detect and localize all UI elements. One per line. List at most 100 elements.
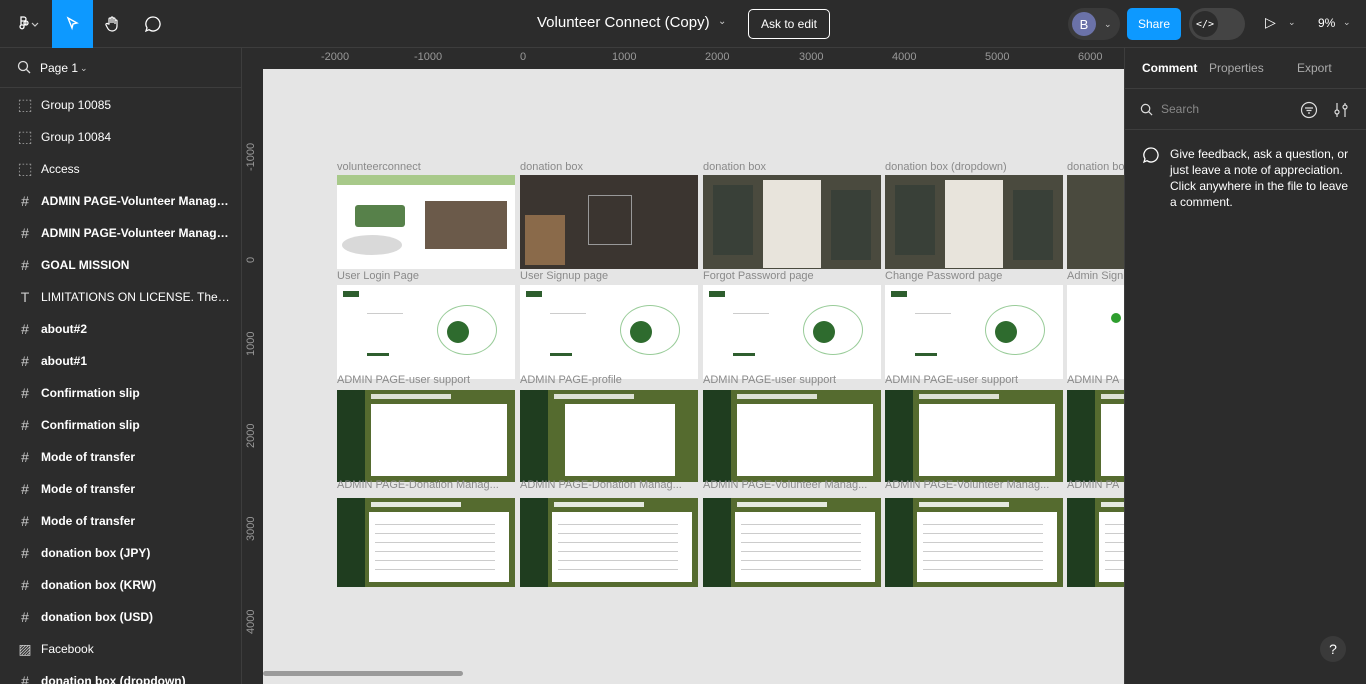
dev-mode-toggle[interactable]: </> [1189,8,1245,40]
layer-row[interactable]: ⬚ Group 10085 [0,89,241,121]
layer-row[interactable]: # donation box (dropdown) [0,665,241,684]
tab-export[interactable]: Export [1297,61,1332,75]
frame-label[interactable]: ADMIN PAGE-Volunteer Manag... [703,479,867,491]
frame-thumbnail[interactable] [703,285,881,379]
chevron-down-icon[interactable]: ⌄ [718,16,726,27]
layer-row[interactable]: # ADMIN PAGE-Volunteer Manage... [0,217,241,249]
layer-row[interactable]: # donation box (USD) [0,601,241,633]
frame-thumbnail[interactable] [1067,175,1124,269]
search-input[interactable]: Search [1161,102,1199,116]
layer-row[interactable]: # Confirmation slip [0,409,241,441]
vertical-ruler: -1000 0 1000 2000 3000 4000 [242,69,263,684]
frame-thumbnail[interactable] [703,390,881,482]
frame-label[interactable]: ADMIN PAGE-Volunteer Manag... [885,479,1049,491]
frame-label[interactable]: Admin Sign [1067,270,1123,282]
design-canvas[interactable]: -2000 -1000 0 1000 2000 3000 4000 5000 6000 -100… [242,48,1124,684]
frame-thumbnail[interactable] [885,390,1063,482]
comment-tool-button[interactable] [134,0,172,48]
frame-thumbnail[interactable] [885,175,1063,269]
layer-row[interactable]: # ADMIN PAGE-Volunteer Manage... [0,185,241,217]
zoom-level[interactable]: 9% [1318,16,1335,30]
present-play-icon[interactable]: ▷ [1265,14,1276,31]
layer-row[interactable]: # donation box (JPY) [0,537,241,569]
comment-search[interactable]: Search [1125,88,1366,130]
frame-label[interactable]: ADMIN PAGE-Donation Manag... [337,479,499,491]
frame-label[interactable]: ADMIN PAGE-user support [885,374,1018,386]
frame-thumbnail[interactable] [703,498,881,587]
ruler-tick-x: -2000 [321,51,350,63]
frame-thumbnail[interactable] [885,285,1063,379]
filter-icon[interactable] [1300,101,1318,119]
frame-thumbnail[interactable] [520,175,698,269]
hand-icon [105,16,118,32]
page-selector[interactable]: Page 1 ⌄ [0,48,241,88]
tab-properties[interactable]: Properties [1209,61,1264,75]
layer-row[interactable]: # donation box (KRW) [0,569,241,601]
settings-sliders-icon[interactable] [1333,101,1349,119]
frame-thumbnail[interactable] [1067,285,1124,379]
frame-icon: # [21,449,29,465]
frame-thumbnail[interactable] [520,390,698,482]
layer-row[interactable]: # Confirmation slip [0,377,241,409]
page-name[interactable]: Page 1 [40,61,78,75]
frame-label[interactable]: User Signup page [520,270,608,282]
frame-label[interactable]: Change Password page [885,270,1002,282]
layer-label: Mode of transfer [41,450,136,464]
chevron-down-icon[interactable]: ⌄ [80,63,88,74]
layer-row[interactable]: # Mode of transfer [0,473,241,505]
frame-thumbnail[interactable] [1067,390,1124,482]
hand-tool-button[interactable] [94,0,132,48]
layer-label: donation box (KRW) [41,578,157,592]
ruler-tick-y: 1000 [245,331,257,356]
layer-label: Access [41,162,80,176]
layer-row[interactable]: T LIMITATIONS ON LICENSE. The li... [0,281,241,313]
search-icon[interactable] [17,60,31,74]
layer-row[interactable]: ⬚ Access [0,153,241,185]
frame-label[interactable]: donation box (dropdown) [885,161,1007,173]
frame-thumbnail[interactable] [337,285,515,379]
frame-thumbnail[interactable] [337,175,515,269]
frame-thumbnail[interactable] [1067,498,1124,587]
share-button[interactable]: Share [1127,8,1181,40]
frame-thumbnail[interactable] [703,175,881,269]
layer-label: ADMIN PAGE-Volunteer Manage... [41,194,231,208]
frame-label[interactable]: ADMIN PAGE-Donation Manag... [520,479,682,491]
frame-thumbnail[interactable] [337,390,515,482]
chevron-down-icon[interactable]: ⌄ [1288,17,1296,28]
tab-comment[interactable]: Comment [1142,61,1197,75]
frame-label[interactable]: ADMIN PA [1067,479,1119,491]
layer-label: about#1 [41,354,88,368]
help-button[interactable]: ? [1320,636,1346,662]
frame-label[interactable]: ADMIN PAGE-user support [337,374,470,386]
layer-row[interactable]: # about#2 [0,313,241,345]
frame-label[interactable]: donation box [703,161,766,173]
layer-row[interactable]: # Mode of transfer [0,505,241,537]
main-menu-button[interactable] [8,0,48,48]
frame-thumbnail[interactable] [520,285,698,379]
frame-label[interactable]: ADMIN PA [1067,374,1119,386]
frame-thumbnail[interactable] [885,498,1063,587]
frame-label[interactable]: User Login Page [337,270,419,282]
frame-icon: # [21,481,29,497]
frame-label[interactable]: Forgot Password page [703,270,814,282]
ask-to-edit-button[interactable]: Ask to edit [748,9,830,39]
file-title[interactable]: Volunteer Connect (Copy) [537,14,710,31]
ruler-tick-y: 0 [245,256,257,263]
user-avatar-menu[interactable]: B ⌄ [1068,8,1120,40]
frame-label[interactable]: donation box [520,161,583,173]
layer-row[interactable]: ⬚ Group 10084 [0,121,241,153]
frame-thumbnail[interactable] [520,498,698,587]
frame-label[interactable]: volunteerconnect [337,161,421,173]
move-tool-button[interactable] [52,0,93,48]
frame-label[interactable]: donation bo [1067,161,1124,173]
layer-row[interactable]: # about#1 [0,345,241,377]
frame-label[interactable]: ADMIN PAGE-profile [520,374,622,386]
frame-thumbnail[interactable] [337,498,515,587]
frame-label[interactable]: ADMIN PAGE-user support [703,374,836,386]
ruler-tick-x: 1000 [612,51,637,63]
layer-row[interactable]: # Mode of transfer [0,441,241,473]
layer-row[interactable]: # GOAL MISSION [0,249,241,281]
horizontal-scrollbar[interactable] [263,671,463,676]
layer-row[interactable]: ▨ Facebook [0,633,241,665]
chevron-down-icon[interactable]: ⌄ [1343,17,1351,28]
